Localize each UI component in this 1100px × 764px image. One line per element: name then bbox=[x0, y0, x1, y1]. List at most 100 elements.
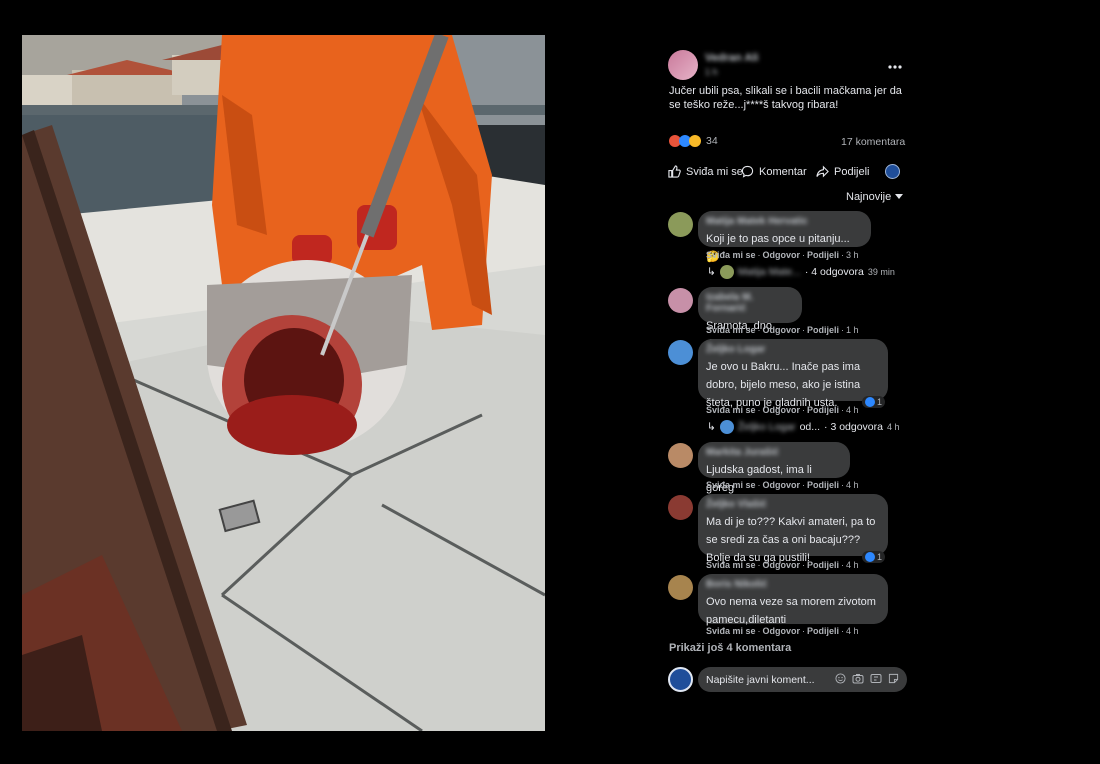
like-reaction-icon bbox=[865, 397, 875, 407]
post-time[interactable]: 1 h bbox=[705, 67, 718, 77]
share-label: Podijeli bbox=[834, 165, 870, 178]
comment-bubble: Željko Vlašić Ma di je to??? Kakvi amate… bbox=[698, 494, 888, 564]
comment-meta: Sviđa mi se · Odgovor · Podijeli · 1 h bbox=[706, 325, 859, 335]
comment-time[interactable]: 4 h bbox=[846, 405, 859, 415]
comment-bubble: Boris Nikolić Ovo nema veze sa morem ziv… bbox=[698, 574, 888, 626]
comment-share-link[interactable]: Podijeli bbox=[807, 405, 839, 415]
comment-meta: Sviđa mi se · Odgovor · Podijeli · 3 h bbox=[706, 250, 859, 260]
share-icon bbox=[816, 165, 829, 178]
comment-time[interactable]: 4 h bbox=[846, 626, 859, 636]
shark-photo-illustration bbox=[22, 35, 545, 731]
comment-bubble: Željko Logar Je ovo u Bakru... Inače pas… bbox=[698, 339, 888, 409]
comment-like-link[interactable]: Sviđa mi se bbox=[706, 480, 756, 490]
author-name[interactable]: Vedran Ali bbox=[705, 52, 758, 64]
comment-share-link[interactable]: Podijeli bbox=[807, 626, 839, 636]
more-icon[interactable] bbox=[887, 57, 903, 75]
reply-count: · 3 odgovora bbox=[824, 421, 883, 433]
more-comments-link[interactable]: Prikaži još 4 komentara bbox=[669, 642, 791, 654]
like-label: Sviđa mi se bbox=[686, 165, 743, 178]
post-panel: Vedran Ali 1 h Jučer ubili psa, slikali … bbox=[655, 35, 925, 731]
reply-author: Željko Logar bbox=[737, 421, 796, 433]
comment-bubble: Izabela M. Fornarić Sramota, dno dna. bbox=[698, 287, 802, 350]
reply-avatar bbox=[719, 265, 734, 279]
comment-reply-link[interactable]: Odgovor bbox=[763, 480, 801, 490]
reply-author-suffix: od... bbox=[799, 421, 821, 433]
page-avatar-icon[interactable] bbox=[885, 164, 900, 179]
comment-text: Ma di je to??? Kakvi amateri, pa to se s… bbox=[706, 516, 876, 564]
commenter-avatar[interactable] bbox=[668, 495, 693, 520]
comment-reaction-count: 1 bbox=[877, 552, 883, 562]
comment-reply-link[interactable]: Odgovor bbox=[763, 250, 801, 260]
composer-placeholder[interactable]: Napišite javni koment... bbox=[706, 674, 829, 686]
emoji-icon[interactable] bbox=[835, 671, 846, 689]
commenter-avatar[interactable] bbox=[668, 575, 693, 600]
reply-arrow-icon: ↳ bbox=[707, 266, 716, 278]
camera-icon[interactable] bbox=[852, 671, 864, 689]
commenter-avatar[interactable] bbox=[668, 340, 693, 365]
reply-avatar bbox=[719, 420, 734, 434]
comment-time[interactable]: 4 h bbox=[846, 560, 859, 570]
comment-like-link[interactable]: Sviđa mi se bbox=[706, 250, 756, 260]
comment-meta: Sviđa mi se · Odgovor · Podijeli · 4 h bbox=[706, 626, 859, 636]
reply-time: 4 h bbox=[887, 422, 900, 432]
share-button[interactable]: Podijeli bbox=[816, 165, 869, 178]
comment-share-link[interactable]: Podijeli bbox=[807, 560, 839, 570]
author-avatar[interactable] bbox=[668, 50, 698, 80]
commenter-name[interactable]: Izabela M. Fornarić bbox=[706, 292, 794, 314]
reply-time: 39 min bbox=[867, 267, 895, 277]
post-photo[interactable] bbox=[22, 35, 545, 731]
commenter-avatar[interactable] bbox=[668, 212, 693, 237]
comment-time[interactable]: 3 h bbox=[846, 250, 859, 260]
comment-share-link[interactable]: Podijeli bbox=[807, 250, 839, 260]
comment-label: Komentar bbox=[759, 165, 807, 178]
comment-meta: Sviđa mi se · Odgovor · Podijeli · 4 h bbox=[706, 480, 859, 490]
comment-meta: Sviđa mi se · Odgovor · Podijeli · 4 h bbox=[706, 560, 859, 570]
comment-share-link[interactable]: Podijeli bbox=[807, 480, 839, 490]
sad-reaction-icon bbox=[689, 135, 701, 147]
commenter-avatar[interactable] bbox=[668, 443, 693, 468]
reply-count: · 4 odgovora bbox=[804, 266, 864, 278]
comment-like-link[interactable]: Sviđa mi se bbox=[706, 626, 756, 636]
commenter-name[interactable]: Markita Jurašić bbox=[706, 447, 842, 458]
comment-like-link[interactable]: Sviđa mi se bbox=[706, 325, 756, 335]
comment-icon bbox=[741, 165, 754, 178]
reaction-summary[interactable]: 34 bbox=[669, 135, 718, 147]
comment-reactions[interactable]: 1 bbox=[862, 551, 886, 563]
comment-reply-link[interactable]: Odgovor bbox=[763, 560, 801, 570]
like-icon bbox=[668, 165, 681, 178]
like-button[interactable]: Sviđa mi se bbox=[668, 165, 743, 178]
comment-reply-link[interactable]: Odgovor bbox=[763, 405, 801, 415]
commenter-name[interactable]: Željko Logar bbox=[706, 344, 880, 355]
commenter-name[interactable]: Željko Vlašić bbox=[706, 499, 880, 510]
comment-reply-link[interactable]: Odgovor bbox=[763, 325, 801, 335]
comment-composer[interactable]: Napišite javni koment... bbox=[698, 667, 907, 692]
comment-like-link[interactable]: Sviđa mi se bbox=[706, 560, 756, 570]
chevron-down-icon bbox=[895, 194, 904, 199]
view-replies-link[interactable]: ↳ Matija Mate... · 4 odgovora 39 min bbox=[707, 265, 895, 279]
sticker-icon[interactable] bbox=[888, 671, 899, 689]
post-text: Jučer ubili psa, slikali se i bacili mač… bbox=[669, 85, 902, 111]
sort-dropdown[interactable]: Najnovije bbox=[846, 191, 904, 203]
like-reaction-icon bbox=[865, 552, 875, 562]
comments-count[interactable]: 17 komentara bbox=[841, 136, 905, 148]
comment-share-link[interactable]: Podijeli bbox=[807, 325, 839, 335]
comment-button[interactable]: Komentar bbox=[741, 165, 807, 178]
comment-bubble: Matija Matek Hervatic Koji je to pas opc… bbox=[698, 211, 871, 263]
comment-bubble: Markita Jurašić Ljudska gadost, ima li g… bbox=[698, 442, 850, 494]
sort-label: Najnovije bbox=[846, 191, 892, 203]
comment-meta: Sviđa mi se · Odgovor · Podijeli · 4 h bbox=[706, 405, 859, 415]
commenter-name[interactable]: Boris Nikolić bbox=[706, 579, 880, 590]
comment-time[interactable]: 4 h bbox=[846, 480, 859, 490]
comment-reactions[interactable]: 1 bbox=[862, 396, 886, 408]
view-replies-link[interactable]: ↳ Željko Logar od... · 3 odgovora 4 h bbox=[707, 420, 900, 434]
comment-like-link[interactable]: Sviđa mi se bbox=[706, 405, 756, 415]
composer-avatar-icon[interactable] bbox=[668, 667, 693, 692]
comment-reaction-count: 1 bbox=[877, 397, 883, 407]
commenter-avatar[interactable] bbox=[668, 288, 693, 313]
comment-text: Je ovo u Bakru... Inače pas ima dobro, b… bbox=[706, 361, 861, 409]
gif-icon[interactable] bbox=[870, 671, 882, 689]
commenter-name[interactable]: Matija Matek Hervatic bbox=[706, 216, 863, 227]
comment-time[interactable]: 1 h bbox=[846, 325, 859, 335]
reaction-count: 34 bbox=[706, 135, 718, 147]
comment-reply-link[interactable]: Odgovor bbox=[763, 626, 801, 636]
